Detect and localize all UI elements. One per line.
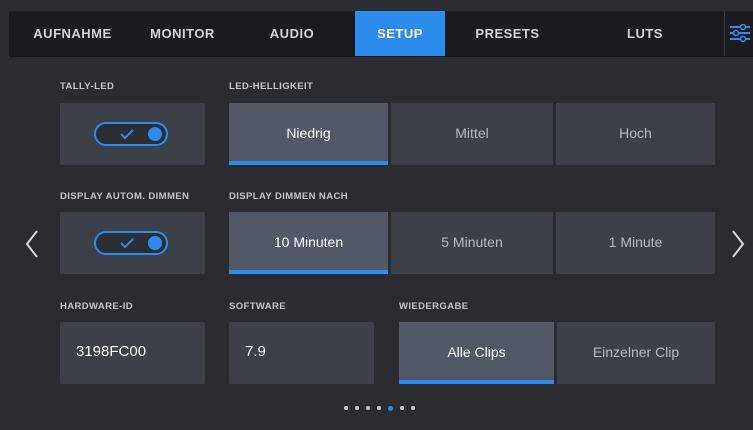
hardware-id-panel: 3198FC00 (60, 322, 205, 384)
led-brightness-label: LED-HELLIGKEIT (229, 81, 314, 92)
tab-aufnahme[interactable]: AUFNAHME (9, 11, 136, 56)
dim-option-10-minutes[interactable]: 10 Minuten (229, 212, 388, 274)
next-page-icon[interactable] (730, 229, 746, 259)
page-dot[interactable] (377, 406, 381, 410)
page-dot[interactable] (366, 406, 370, 410)
checkmark-icon (120, 129, 134, 140)
tally-led-label: TALLY-LED (60, 81, 115, 92)
toggle-knob (148, 127, 162, 141)
toggle-knob (148, 236, 162, 250)
brightness-option-low-label: Niedrig (286, 125, 331, 141)
page-dot[interactable] (400, 406, 404, 410)
tab-presets[interactable]: PRESETS (445, 11, 570, 56)
brightness-option-medium[interactable]: Mittel (391, 103, 553, 165)
tally-led-panel (60, 103, 205, 165)
selected-indicator (229, 270, 388, 274)
selected-indicator (399, 380, 554, 384)
tab-luts[interactable]: LUTS (570, 11, 720, 56)
dim-after-label: DISPLAY DIMMEN NACH (229, 191, 348, 202)
sliders-icon (730, 24, 750, 42)
dim-option-10-minutes-label: 10 Minuten (273, 234, 344, 250)
tab-audio[interactable]: AUDIO (229, 11, 355, 56)
previous-page-icon[interactable] (24, 229, 40, 259)
checkmark-icon (120, 238, 134, 249)
playback-label: WIEDERGABE (399, 301, 469, 312)
brightness-option-low[interactable]: Niedrig (229, 103, 388, 165)
setup-screen: AUFNAHME MONITOR AUDIO SETUP PRESETS LUT… (9, 11, 753, 430)
dim-option-5-minutes[interactable]: 5 Minuten (391, 212, 553, 274)
brightness-option-medium-label: Mittel (455, 125, 489, 141)
tab-setup[interactable]: SETUP (355, 11, 445, 56)
tab-bar: AUFNAHME MONITOR AUDIO SETUP PRESETS LUT… (9, 11, 753, 57)
software-version-value: 7.9 (245, 343, 266, 360)
page-dot-active[interactable] (388, 405, 393, 411)
playback-option-all-clips-label: Alle Clips (447, 344, 506, 360)
dim-option-1-minute[interactable]: 1 Minute (556, 212, 715, 274)
dim-option-5-minutes-label: 5 Minuten (441, 234, 503, 250)
selected-indicator (229, 161, 388, 165)
settings-menu-button[interactable] (724, 11, 753, 56)
software-label: SOFTWARE (229, 301, 287, 312)
playback-option-single-clip[interactable]: Einzelner Clip (557, 322, 715, 384)
tally-led-toggle[interactable] (94, 122, 168, 146)
hardware-id-label: HARDWARE-ID (60, 301, 134, 312)
page-dot[interactable] (355, 406, 359, 410)
auto-dim-panel (60, 212, 205, 274)
brightness-option-high[interactable]: Hoch (556, 103, 715, 165)
page-dot[interactable] (344, 406, 348, 410)
auto-dim-label: DISPLAY AUTOM. DIMMEN (60, 191, 190, 202)
brightness-option-high-label: Hoch (619, 125, 652, 141)
playback-option-single-clip-label: Einzelner Clip (592, 344, 680, 360)
tab-monitor[interactable]: MONITOR (136, 11, 229, 56)
dim-option-1-minute-label: 1 Minute (608, 234, 663, 250)
hardware-id-value: 3198FC00 (76, 343, 147, 360)
playback-option-all-clips[interactable]: Alle Clips (399, 322, 554, 384)
page-dot[interactable] (411, 406, 415, 410)
software-panel: 7.9 (229, 322, 374, 384)
auto-dim-toggle[interactable] (94, 231, 168, 255)
